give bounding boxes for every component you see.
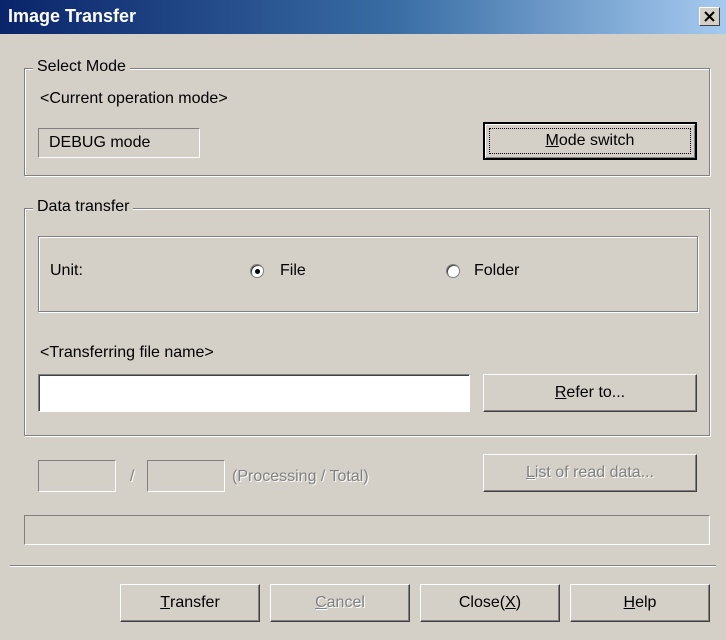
current-mode-display: DEBUG mode (38, 128, 200, 158)
unit-label: Unit: (50, 262, 83, 279)
radio-folder-label: Folder (474, 262, 520, 279)
radio-file-indicator[interactable] (250, 264, 264, 278)
file-name-input[interactable] (38, 374, 470, 412)
close-icon (704, 11, 715, 22)
select-mode-legend: Select Mode (33, 58, 130, 76)
help-button[interactable]: Help (570, 584, 710, 622)
progress-bar (24, 515, 710, 545)
unit-panel (38, 236, 698, 312)
total-count-field (147, 460, 225, 492)
close-button[interactable]: Close(X) (420, 584, 560, 622)
radio-folder-indicator[interactable] (446, 264, 460, 278)
radio-file-label: File (280, 262, 306, 279)
progress-caption: (Processing / Total) (232, 468, 369, 485)
current-mode-value: DEBUG mode (49, 134, 151, 151)
radio-file[interactable]: File (250, 262, 330, 282)
list-of-read-data-button[interactable]: List of read data... (483, 454, 697, 492)
processing-count-field (38, 460, 116, 492)
footer-separator (10, 565, 716, 567)
mode-switch-button[interactable]: Mode switch (483, 122, 697, 160)
window-title: Image Transfer (8, 6, 137, 26)
count-separator: / (130, 468, 135, 485)
refer-to-button[interactable]: Refer to... (483, 374, 697, 412)
close-window-button[interactable] (699, 7, 720, 26)
data-transfer-legend: Data transfer (33, 198, 134, 216)
transfer-button[interactable]: Transfer (120, 584, 260, 622)
current-mode-label: <Current operation mode> (40, 90, 228, 107)
cancel-button[interactable]: Cancel (270, 584, 410, 622)
radio-folder[interactable]: Folder (446, 262, 546, 282)
file-name-label: <Transferring file name> (40, 344, 214, 361)
